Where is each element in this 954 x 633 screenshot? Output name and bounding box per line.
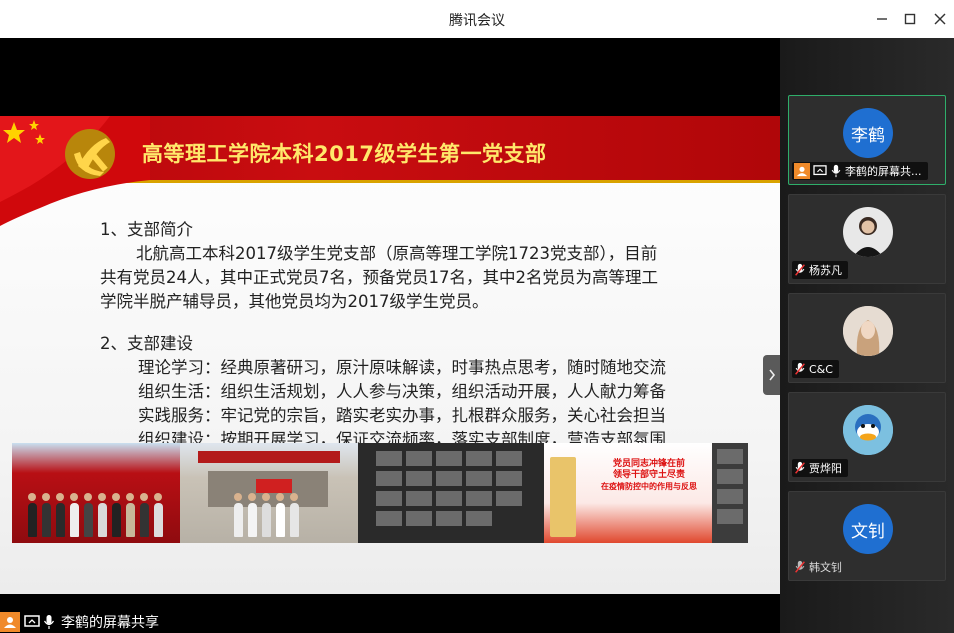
minimize-button[interactable] [870,7,894,31]
slide-body: 1、支部简介 北航高工本科2017级学生党支部（原高等理工学院1723党支部），… [100,218,720,452]
participant-tile[interactable]: 李鹤 李鹤的屏幕共... [788,95,946,185]
section-text: 北航高工本科2017级学生党支部（原高等理工学院1723党支部），目前 [136,244,658,263]
participant-name: C&C [809,362,833,376]
building-photo [180,443,358,543]
section-text: 理论学习：经典原著研习，原汁原味解读，时事热点思考，随时随地交流 [138,358,666,377]
participant-photo [843,207,893,257]
participant-name: 杨苏凡 [809,264,842,277]
screen-share-icon [24,614,40,627]
participant-avatar: 李鹤 [843,108,893,158]
share-status-bar: 李鹤的屏幕共享 [0,610,200,633]
participant-name: 李鹤的屏幕共... [845,165,922,178]
participant-tile[interactable]: 文钊 韩文钊 [788,491,946,581]
participants-panel: 李鹤 李鹤的屏幕共... 杨苏凡 C&C 贾烨阳 文钊 韩文钊 [780,38,954,633]
shared-slide: 高等理工学院本科2017级学生第一党支部 1、支部简介 北航高工本科2017级学… [0,116,780,594]
participant-name-bar: 李鹤的屏幕共... [792,162,928,180]
section-text: 组织生活：组织生活规划，人人参与决策，组织活动开展，人人献力筹备 [138,382,666,401]
section-text: 共有党员24人，其中正式党员7名，预备党员17名，其中2名党员为高等理工 [100,268,658,287]
maximize-icon [904,13,916,25]
section-text: 学院半脱产辅导员，其他党员均为2017级学生党员。 [100,292,489,311]
participant-tile[interactable]: C&C [788,293,946,383]
poster-photo: 党员同志冲锋在前 领导干部守土尽责 在疫情防控中的作用与反思 [544,443,712,543]
participant-name: 韩文钊 [809,561,842,574]
section-heading: 1、支部简介 [100,220,193,239]
microphone-muted-icon [795,461,805,474]
participant-photo [843,405,893,455]
share-status-label: 李鹤的屏幕共享 [61,614,159,631]
participant-tile[interactable]: 贾烨阳 [788,392,946,482]
poster-line: 党员同志冲锋在前 [612,459,685,469]
participant-name-bar: C&C [792,360,839,378]
host-avatar-icon [0,611,20,632]
microphone-icon [831,164,841,178]
window-title: 腾讯会议 [449,13,505,29]
microphone-icon [43,614,55,629]
participant-avatar: 文钊 [843,504,893,554]
video-conference-photo [358,443,544,543]
slide-title: 高等理工学院本科2017级学生第一党支部 [142,142,547,166]
microphone-muted-icon [795,362,805,375]
participant-name: 贾烨阳 [809,462,842,475]
microphone-muted-icon [795,263,805,276]
screen-share-area: 高等理工学院本科2017级学生第一党支部 1、支部简介 北航高工本科2017级学… [0,38,780,633]
collapse-panel-button[interactable] [763,355,780,395]
participant-name-bar: 韩文钊 [792,558,848,576]
maximize-button[interactable] [898,7,922,31]
party-flag-icon [0,116,150,226]
poster-line: 领导干部守土尽责 [612,470,685,480]
minimize-icon [877,18,887,20]
close-icon [934,13,946,25]
video-grid-photo [712,443,748,543]
close-button[interactable] [928,7,952,31]
host-icon [794,163,810,179]
poster-line: 在疫情防控中的作用与反思 [601,482,697,491]
section-heading: 2、支部建设 [100,334,193,353]
chevron-right-icon [768,369,775,381]
participant-name-bar: 杨苏凡 [792,261,848,279]
participant-tile[interactable]: 杨苏凡 [788,194,946,284]
participant-photo [843,306,893,356]
title-bar: 腾讯会议 [0,0,954,38]
screen-share-icon [813,165,827,176]
group-photo [12,443,180,543]
microphone-muted-icon [795,560,805,573]
section-text: 实践服务：牢记党的宗旨，踏实老实办事，扎根群众服务，关心社会担当 [138,406,666,425]
meeting-window: 腾讯会议 高等理工学院本科2017级学生第一党支部 1、支部简介 北航高工本科2… [0,0,954,633]
participant-name-bar: 贾烨阳 [792,459,848,477]
